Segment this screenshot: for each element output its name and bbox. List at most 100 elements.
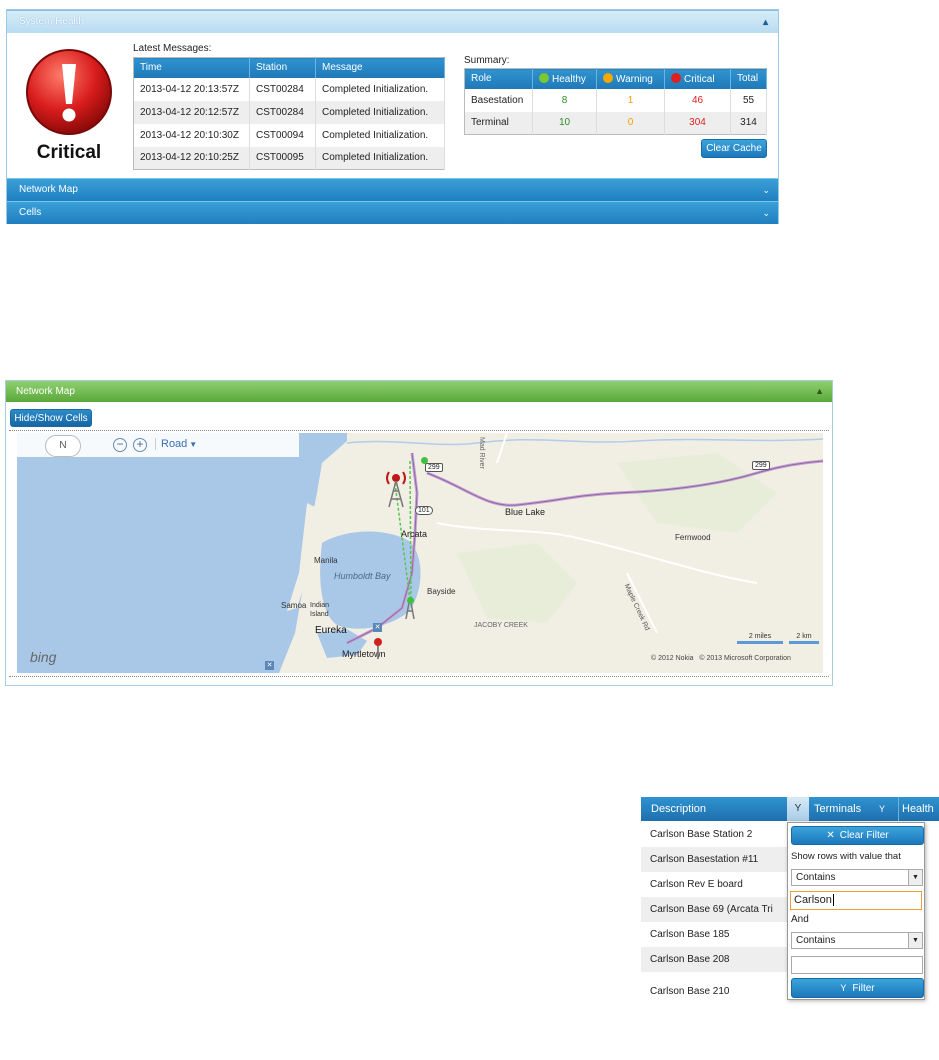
- map-copyright: © 2012 Nokia © 2013 Microsoft Corporatio…: [651, 655, 791, 662]
- cell-station: CST00284: [249, 100, 316, 124]
- network-map-collapsed-header[interactable]: Network Map ⌄: [7, 178, 778, 201]
- col-role[interactable]: Role: [464, 68, 533, 89]
- chevron-down-icon[interactable]: ▼: [908, 870, 922, 885]
- filter-popup: ✕ Clear Filter Show rows with value that …: [787, 822, 925, 1000]
- cell-station: CST00095: [249, 146, 316, 170]
- text-cursor: [832, 894, 834, 906]
- scale-miles-label: 2 miles: [748, 633, 772, 640]
- map-label: Blue Lake: [505, 507, 546, 517]
- grid-header: Description Y Terminals Y Health: [641, 797, 939, 821]
- critical-status-icon: [25, 48, 113, 136]
- compass-control[interactable]: N: [45, 435, 81, 457]
- operator-select-1[interactable]: Contains ▼: [791, 869, 923, 886]
- clear-filter-button[interactable]: ✕ Clear Filter: [791, 826, 924, 845]
- table-row[interactable]: Carlson Base 208: [641, 947, 791, 972]
- summary-row: Basestation 8 1 46 55: [464, 88, 767, 112]
- col-station[interactable]: Station: [249, 57, 316, 78]
- latest-messages-label: Latest Messages:: [133, 43, 212, 54]
- airport-icon: ✕: [265, 661, 274, 670]
- cell-tower-critical-icon[interactable]: [385, 469, 407, 509]
- route-shield-299: 299: [425, 463, 443, 472]
- cell-time: 2013-04-12 20:10:30Z: [133, 123, 250, 147]
- col-critical[interactable]: Critical: [664, 68, 731, 89]
- route-shield-299: 299: [752, 461, 770, 470]
- filter-icon[interactable]: Y: [787, 797, 809, 821]
- map-label: Arcata: [401, 529, 428, 539]
- map-bottom-divider: [9, 676, 829, 677]
- table-row[interactable]: Carlson Base 69 (Arcata Tri: [641, 897, 791, 922]
- map-type-label: Road: [161, 438, 188, 450]
- operator-select-2-value: Contains: [796, 935, 836, 946]
- map-type-dropdown[interactable]: Road ▼: [155, 438, 197, 450]
- map-label: Samoa: [281, 601, 307, 610]
- col-health[interactable]: Health: [898, 797, 934, 821]
- map-top-divider: [9, 430, 829, 431]
- airport-icon: ✕: [373, 623, 382, 632]
- table-row[interactable]: Carlson Rev E board: [641, 872, 791, 897]
- funnel-icon: Y: [840, 983, 847, 993]
- bing-logo: bing: [30, 649, 57, 665]
- network-map-collapsed-title: Network Map: [19, 184, 78, 195]
- show-rows-label: Show rows with value that: [791, 851, 901, 862]
- status-label: Critical: [36, 142, 102, 163]
- chevron-down-icon[interactable]: ▼: [908, 933, 922, 948]
- filter-button[interactable]: Y Filter: [791, 978, 924, 998]
- map-label: Fernwood: [675, 533, 711, 542]
- cells-collapsed-title: Cells: [19, 207, 42, 218]
- table-row[interactable]: 2013-04-12 20:10:25Z CST00095 Completed In…: [133, 146, 445, 170]
- filter-button-label: Filter: [852, 983, 875, 994]
- chevron-down-icon[interactable]: ⌄: [762, 202, 770, 224]
- cells-collapsed-header[interactable]: Cells ⌄: [7, 201, 778, 224]
- col-warning[interactable]: Warning: [596, 68, 665, 89]
- map-canvas[interactable]: N − + Road ▼ Blue Lake Arcata Manila Humb…: [17, 433, 823, 673]
- pin-marker-icon[interactable]: [373, 637, 383, 659]
- healthy-icon: [539, 72, 549, 83]
- green-node-icon[interactable]: [407, 597, 414, 604]
- cell-time: 2013-04-12 20:13:57Z: [133, 77, 250, 101]
- clear-filter-label: Clear Filter: [839, 830, 889, 841]
- collapse-up-icon[interactable]: ▲: [761, 11, 770, 33]
- table-row[interactable]: Carlson Basestation #11: [641, 847, 791, 872]
- zoom-out-icon[interactable]: −: [113, 438, 127, 452]
- map-background: [17, 433, 823, 673]
- map-label: Eureka: [315, 625, 347, 636]
- operator-select-1-value: Contains: [796, 872, 836, 883]
- chevron-down-icon[interactable]: ⌄: [762, 179, 770, 201]
- hide-show-cells-button[interactable]: Hide/Show Cells: [10, 409, 92, 427]
- scale-km: 2 km: [789, 633, 819, 644]
- filter-value-input-1[interactable]: Carlson: [790, 891, 922, 910]
- table-row[interactable]: 2013-04-12 20:10:30Z CST00094 Completed In…: [133, 123, 445, 147]
- filter-icon[interactable]: Y: [879, 797, 885, 821]
- table-row[interactable]: Carlson Base 185: [641, 922, 791, 947]
- map-label: Manila: [314, 556, 338, 565]
- route-shield-101: 101: [415, 506, 433, 515]
- operator-select-2[interactable]: Contains ▼: [791, 932, 923, 949]
- cell-warning: 1: [596, 88, 665, 112]
- table-row[interactable]: Carlson Base 210: [641, 972, 791, 1006]
- cell-message: Completed Initialization.: [315, 77, 445, 101]
- cell-time: 2013-04-12 20:12:57Z: [133, 100, 250, 124]
- system-health-header[interactable]: System Health ▲: [7, 10, 778, 33]
- cell-critical: 46: [664, 88, 731, 112]
- zoom-in-icon[interactable]: +: [133, 438, 147, 452]
- cell-healthy: 10: [532, 111, 597, 135]
- filter-value-input-2[interactable]: [791, 956, 923, 974]
- col-time[interactable]: Time: [133, 57, 250, 78]
- col-description[interactable]: Description: [651, 797, 706, 821]
- green-node-icon[interactable]: [421, 457, 428, 464]
- col-message[interactable]: Message: [315, 57, 445, 78]
- col-healthy[interactable]: Healthy: [532, 68, 597, 89]
- summary-label: Summary:: [464, 55, 510, 66]
- table-row[interactable]: Carlson Base Station 2: [641, 822, 791, 847]
- map-label: Mad River: [478, 437, 485, 469]
- critical-icon: [671, 72, 681, 83]
- col-total[interactable]: Total: [730, 68, 767, 89]
- system-health-panel: System Health ▲ Critical Latest Messages…: [6, 9, 779, 224]
- collapse-up-icon[interactable]: ▲: [815, 381, 824, 402]
- table-row[interactable]: 2013-04-12 20:12:57Z CST00284 Completed In…: [133, 100, 445, 124]
- network-map-header[interactable]: Network Map ▲: [6, 381, 832, 402]
- table-row[interactable]: 2013-04-12 20:13:57Z CST00284 Completed In…: [133, 77, 445, 101]
- summary-row: Terminal 10 0 304 314: [464, 111, 767, 135]
- col-terminals[interactable]: Terminals: [814, 797, 861, 821]
- clear-cache-button[interactable]: Clear Cache: [701, 139, 767, 158]
